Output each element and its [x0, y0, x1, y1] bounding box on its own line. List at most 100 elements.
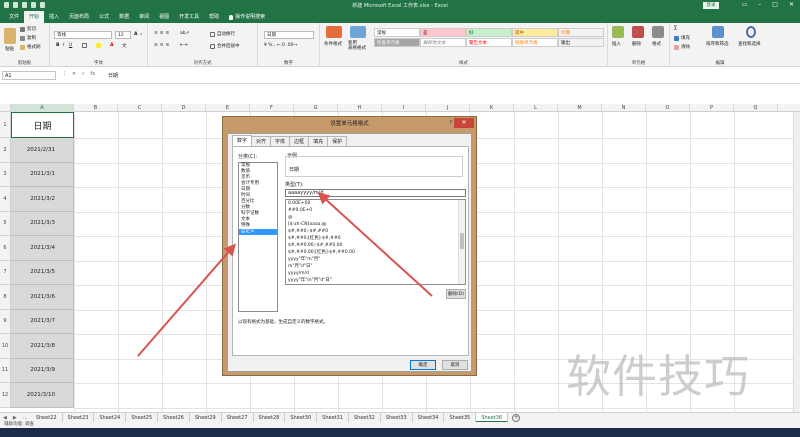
column-header[interactable]: G	[294, 104, 338, 112]
sheet-next-icon[interactable]: ▶	[10, 415, 20, 421]
column-header[interactable]: E	[206, 104, 250, 112]
dialog-tab-alignment[interactable]: 对齐	[251, 136, 272, 146]
cell-a[interactable]: 2021/3/2	[11, 187, 74, 212]
sheet-tab[interactable]: Sheet33	[381, 412, 413, 423]
paste-button[interactable]: 粘贴	[5, 46, 14, 52]
column-header[interactable]: D	[162, 104, 206, 112]
sheet-tab[interactable]: Sheet34	[413, 412, 445, 423]
cell-a[interactable]: 2021/3/6	[11, 285, 74, 310]
column-header[interactable]: J	[426, 104, 470, 112]
row-header[interactable]: 12	[0, 383, 11, 408]
format-code-item[interactable]: $#,##0;-$#,##0	[286, 228, 458, 235]
sheet-tab[interactable]: Sheet22	[31, 412, 63, 423]
format-as-table-icon[interactable]	[350, 26, 366, 38]
column-header[interactable]: L	[514, 104, 558, 112]
cell-a[interactable]: 2021/3/7	[11, 309, 74, 334]
sheet-tab[interactable]: Sheet36	[476, 412, 509, 423]
cell-a[interactable]: 日期	[11, 112, 74, 138]
sheet-tab[interactable]: Sheet28	[254, 412, 286, 423]
sort-filter-icon[interactable]	[712, 26, 724, 38]
delete-format-button[interactable]: 删除(D)	[446, 289, 466, 299]
insert-button[interactable]: 插入	[612, 41, 621, 47]
maximize-icon[interactable]: □	[772, 1, 778, 8]
tab-help[interactable]: 帮助	[204, 11, 224, 23]
orientation-icon[interactable]: ab↗	[180, 31, 189, 36]
format-painter-button[interactable]: 格式刷	[20, 44, 41, 50]
indent-icons[interactable]: ⇤⇥	[180, 43, 188, 48]
category-item[interactable]: 自定义	[239, 229, 277, 235]
insert-cells-icon[interactable]	[612, 26, 624, 38]
wrap-text-button[interactable]: 自动换行	[210, 31, 235, 37]
formula-input[interactable]: 日期	[108, 72, 118, 79]
column-header[interactable]: Q	[734, 104, 778, 112]
tab-data[interactable]: 数据	[114, 11, 134, 23]
font-name-combo[interactable]: 等线	[54, 31, 112, 39]
cancel-icon[interactable]: ✕	[72, 71, 76, 77]
column-header[interactable]: K	[470, 104, 514, 112]
style-explanatory[interactable]: 解释性文本	[420, 38, 466, 47]
column-header[interactable]: N	[602, 104, 646, 112]
insert-function-icon[interactable]: fx	[90, 71, 95, 77]
copy-button[interactable]: 复制	[20, 35, 36, 41]
format-code-item[interactable]: yyyy"年"m"月"	[286, 256, 458, 263]
fill-button[interactable]: 填充	[674, 35, 690, 41]
row-header[interactable]: 5	[0, 211, 11, 236]
tell-me-search[interactable]: 操作说明搜索	[224, 11, 270, 23]
name-box[interactable]: A1	[2, 71, 56, 80]
tab-page-layout[interactable]: 页面布局	[64, 11, 94, 23]
column-header[interactable]: B	[74, 104, 118, 112]
font-size-combo[interactable]: 12	[115, 31, 131, 39]
style-linked-cell[interactable]: 链接单元格	[512, 38, 558, 47]
sheet-tab[interactable]: Sheet27	[222, 412, 254, 423]
style-warning[interactable]: 警告文本	[466, 38, 512, 47]
delete-cells-icon[interactable]	[632, 26, 644, 38]
style-bad[interactable]: 差	[420, 28, 466, 37]
format-code-item[interactable]: @	[286, 214, 458, 221]
cell-a[interactable]: 2021/2/31	[11, 138, 74, 163]
scroll-thumb[interactable]	[460, 233, 464, 249]
dialog-tab-font[interactable]: 字体	[270, 136, 291, 146]
format-button[interactable]: 格式	[652, 41, 661, 47]
column-header[interactable]: C	[118, 104, 162, 112]
sheet-tab[interactable]: Sheet30	[285, 412, 318, 423]
sheet-tab[interactable]: Sheet35	[444, 412, 477, 423]
format-code-item[interactable]: $#,##0.00;[红色]-$#,##0.00	[286, 249, 458, 256]
style-good[interactable]: 好	[466, 28, 512, 37]
format-code-item[interactable]: [$-zh-CN]aaaa;@	[286, 221, 458, 228]
cell-a[interactable]: 2021/3/9	[11, 358, 74, 383]
tab-formulas[interactable]: 公式	[94, 11, 114, 23]
dialog-close-icon[interactable]: ✕	[454, 118, 474, 128]
cell-a[interactable]: 2021/3/5	[11, 260, 74, 285]
format-as-table-button[interactable]: 套用 表格格式	[348, 41, 366, 51]
close-icon[interactable]: ✕	[789, 1, 794, 8]
tab-file[interactable]: 文件	[4, 11, 24, 23]
style-check-cell[interactable]: 检查单元格	[374, 38, 420, 47]
style-neutral[interactable]: 适中	[512, 28, 558, 37]
style-calculation[interactable]: 计算	[558, 28, 604, 37]
find-select-icon[interactable]	[746, 26, 756, 38]
column-header[interactable]: I	[382, 104, 426, 112]
row-header[interactable]: 9	[0, 309, 11, 334]
sheet-tab[interactable]: Sheet23	[63, 412, 95, 423]
row-header[interactable]: 3	[0, 162, 11, 187]
merge-center-button[interactable]: 合并后居中	[210, 43, 240, 49]
horizontal-align-icons[interactable]: ≡≡≡	[154, 43, 171, 48]
conditional-format-button[interactable]: 条件格式	[324, 41, 342, 47]
row-header[interactable]: 11	[0, 358, 11, 383]
sheet-tab[interactable]: Sheet29	[190, 412, 222, 423]
sort-filter-button[interactable]: 排序和筛选	[706, 41, 729, 47]
phonetic-icon[interactable]: 文	[122, 43, 127, 49]
style-normal[interactable]: 常规	[374, 28, 420, 37]
dialog-tab-number[interactable]: 数字	[232, 135, 253, 146]
category-list[interactable]: 常规 数值 货币 会计专用 日期 时间 百分比 分数 科学记数 文本 特殊 自定义	[238, 162, 278, 312]
tab-view[interactable]: 视图	[154, 11, 174, 23]
clear-button[interactable]: 清除	[674, 44, 690, 50]
row-header[interactable]: 10	[0, 334, 11, 359]
format-code-list[interactable]: 0.00E+00 ##0.0E+0 @ [$-zh-CN]aaaa;@ $#,##0;-…	[285, 199, 466, 285]
cancel-button[interactable]: 取消	[442, 360, 468, 370]
sheet-tab[interactable]: Sheet31	[317, 412, 349, 423]
number-format-icons[interactable]: ¥ % , ←.0 .00→	[264, 43, 297, 48]
column-header[interactable]: A	[11, 104, 74, 112]
add-sheet-icon[interactable]: +	[512, 413, 521, 422]
format-code-item[interactable]: m"月"d"日"	[286, 263, 458, 270]
